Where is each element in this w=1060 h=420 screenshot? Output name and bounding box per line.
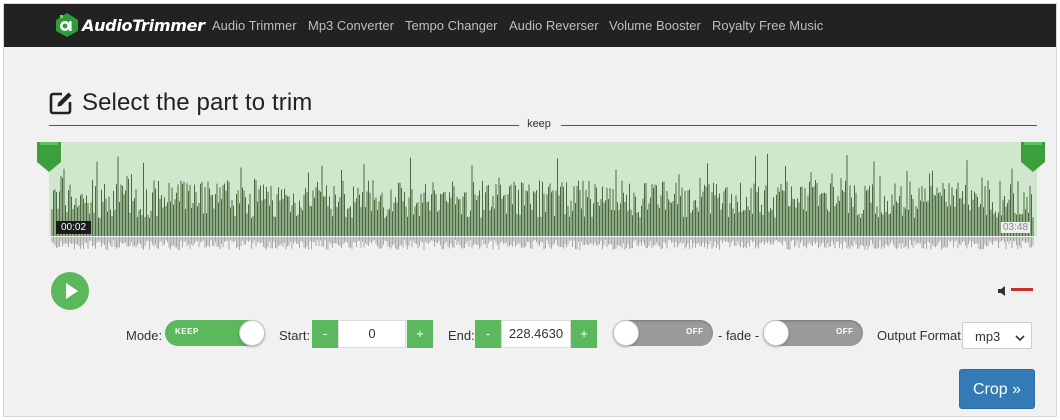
output-format-label: Output Format <box>877 328 961 343</box>
fade-out-toggle-value: OFF <box>836 327 854 336</box>
left-handle-icon <box>37 142 61 172</box>
page-header: Select the part to trim <box>48 89 312 117</box>
nav-audio-reverser[interactable]: Audio Reverser <box>509 18 599 33</box>
waveform-svg <box>49 142 1037 250</box>
end-increment-button[interactable]: + <box>571 320 597 348</box>
mode-toggle-value: KEEP <box>175 327 199 336</box>
audio-logo-icon <box>54 12 80 38</box>
fade-label: - fade - <box>718 328 760 343</box>
output-format-value: mp3 <box>975 329 1001 344</box>
speaker-icon[interactable] <box>997 284 1009 296</box>
fade-out-toggle-knob <box>763 320 789 346</box>
play-button[interactable] <box>51 272 89 310</box>
nav-mp3-converter[interactable]: Mp3 Converter <box>308 18 394 33</box>
waveform-reflection-bars <box>51 237 1034 250</box>
volume-slider[interactable] <box>1011 288 1033 291</box>
brand-logo[interactable]: AudioTrimmer <box>54 10 205 40</box>
mode-toggle-knob <box>239 320 265 346</box>
start-decrement-button[interactable]: - <box>312 320 338 348</box>
fade-out-toggle[interactable]: OFF <box>763 320 863 346</box>
play-icon <box>66 283 78 299</box>
trim-start-handle[interactable] <box>37 142 61 172</box>
fade-in-toggle-knob <box>613 320 639 346</box>
app-window: AudioTrimmer Audio Trimmer Mp3 Converter… <box>3 3 1057 417</box>
edit-icon <box>48 90 74 116</box>
trim-end-handle[interactable] <box>1021 142 1045 172</box>
brand-name: AudioTrimmer <box>82 15 205 35</box>
crop-button[interactable]: Crop » <box>959 369 1035 409</box>
waveform-reflection <box>51 237 1034 250</box>
end-time-input[interactable]: 228.4630 <box>501 320 571 348</box>
region-divider-left <box>49 125 519 126</box>
nav-tempo-changer[interactable]: Tempo Changer <box>405 18 498 33</box>
region-mode-label: keep <box>527 118 551 130</box>
mode-label: Mode: <box>126 328 163 343</box>
end-label: End: <box>448 328 475 343</box>
start-time-input[interactable]: 0 <box>338 320 406 348</box>
nav-audio-trimmer[interactable]: Audio Trimmer <box>212 18 297 33</box>
chevron-down-icon <box>1015 331 1025 342</box>
output-format-select[interactable]: mp3 <box>962 322 1032 349</box>
waveform-editor[interactable] <box>49 142 1037 254</box>
end-decrement-button[interactable]: - <box>475 320 501 348</box>
selection-start-time: 00:02 <box>56 221 92 234</box>
selection-end-time: 03:48 <box>1001 222 1031 233</box>
region-divider-right <box>561 125 1037 126</box>
start-label: Start: <box>279 328 311 343</box>
nav-volume-booster[interactable]: Volume Booster <box>609 18 701 33</box>
page-title: Select the part to trim <box>82 89 313 116</box>
fade-in-toggle-value: OFF <box>686 327 704 336</box>
fade-in-toggle[interactable]: OFF <box>613 320 713 346</box>
top-navbar: AudioTrimmer Audio Trimmer Mp3 Converter… <box>4 4 1056 47</box>
start-increment-button[interactable]: + <box>407 320 433 348</box>
right-handle-icon <box>1021 142 1045 172</box>
mode-toggle[interactable]: KEEP <box>165 320 265 346</box>
nav-royalty-free-music[interactable]: Royalty Free Music <box>712 18 823 33</box>
